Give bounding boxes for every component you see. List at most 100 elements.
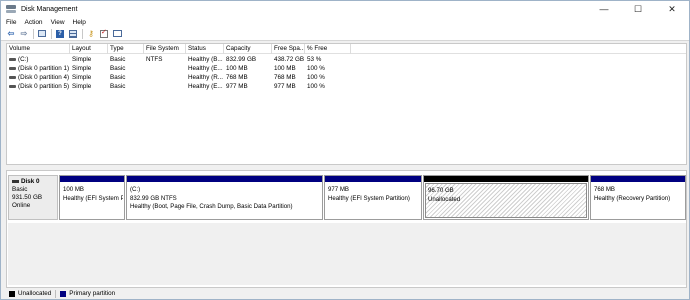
volume-icon bbox=[9, 75, 16, 79]
partition-status: Healthy (Recovery Partition) bbox=[594, 194, 671, 202]
disk-name: Disk 0 bbox=[12, 178, 54, 186]
volume-name: (Disk 0 partition 4) bbox=[18, 74, 70, 81]
volume-name: (Disk 0 partition 1) bbox=[18, 65, 70, 72]
partition-size: 768 MB bbox=[594, 186, 616, 193]
partition-size: 977 MB bbox=[328, 186, 350, 193]
legend-swatch bbox=[60, 290, 67, 297]
toolbar: ⇦ ⇨ ? ⚷ bbox=[1, 27, 689, 41]
legend: Unallocated Primary partition bbox=[6, 288, 687, 299]
partition-efi[interactable]: 100 MB Healthy (EFI System Pa bbox=[59, 175, 125, 220]
menu-file[interactable]: File bbox=[6, 19, 16, 26]
disk-label[interactable]: Disk 0 Basic 931.50 GB Online bbox=[8, 175, 58, 220]
volume-free-space: 768 MB bbox=[274, 74, 296, 81]
minimize-button[interactable]: — bbox=[587, 1, 621, 17]
partition-efi-977[interactable]: 977 MB Healthy (EFI System Partition) bbox=[324, 175, 422, 220]
volume-percent-free: 53 % bbox=[307, 56, 322, 63]
legend-label: Primary partition bbox=[69, 290, 116, 297]
disk-type: Basic bbox=[12, 186, 28, 193]
title-bar: Disk Management — ☐ ✕ bbox=[1, 1, 689, 17]
column-percent-free[interactable]: % Free bbox=[305, 44, 351, 54]
volume-type: Basic bbox=[110, 56, 126, 63]
partition-c-drive[interactable]: (C:) 832.99 GB NTFS Healthy (Boot, Page … bbox=[126, 175, 323, 220]
partition-size: 100 MB bbox=[63, 186, 85, 193]
volume-type: Basic bbox=[110, 65, 126, 72]
volume-capacity: 100 MB bbox=[226, 65, 248, 72]
legend-label: Unallocated bbox=[18, 290, 52, 297]
disk-status: Online bbox=[12, 202, 31, 209]
volume-file-system bbox=[144, 82, 186, 91]
volume-layout: Simple bbox=[72, 65, 92, 72]
volume-layout: Simple bbox=[72, 56, 92, 63]
volume-type: Basic bbox=[110, 83, 126, 90]
disk-size: 931.50 GB bbox=[12, 194, 43, 201]
column-layout[interactable]: Layout bbox=[70, 44, 108, 54]
volume-layout: Simple bbox=[72, 83, 92, 90]
key-icon[interactable]: ⚷ bbox=[86, 29, 96, 39]
volume-free-space: 100 MB bbox=[274, 65, 296, 72]
volume-percent-free: 100 % bbox=[307, 83, 325, 90]
volume-list-header: Volume Layout Type File System Status Ca… bbox=[7, 44, 686, 54]
menu-action[interactable]: Action bbox=[24, 19, 42, 26]
volume-capacity: 977 MB bbox=[226, 83, 248, 90]
legend-item-primary: Primary partition bbox=[60, 290, 115, 297]
help-icon[interactable]: ? bbox=[55, 29, 65, 39]
close-button[interactable]: ✕ bbox=[655, 1, 689, 17]
partition-recovery[interactable]: 768 MB Healthy (Recovery Partition) bbox=[590, 175, 686, 220]
partition-unallocated[interactable]: 96.70 GB Unallocated bbox=[423, 175, 589, 220]
maximize-button[interactable]: ☐ bbox=[621, 1, 655, 17]
column-type[interactable]: Type bbox=[108, 44, 144, 54]
volume-free-space: 438.72 GB bbox=[274, 56, 305, 63]
list-view-icon[interactable] bbox=[68, 29, 78, 39]
toolbar-separator bbox=[82, 28, 83, 39]
volume-icon bbox=[9, 57, 16, 61]
volume-row[interactable]: (Disk 0 partition 1) Simple Basic Health… bbox=[7, 64, 686, 73]
volume-status: Healthy (E... bbox=[188, 65, 223, 72]
toolbar-separator bbox=[33, 28, 34, 39]
show-hide-console-tree-icon[interactable] bbox=[37, 29, 47, 39]
volume-layout: Simple bbox=[72, 74, 92, 81]
volume-status: Healthy (R... bbox=[188, 74, 223, 81]
legend-separator bbox=[55, 289, 57, 298]
partition-status: Healthy (Boot, Page File, Crash Dump, Ba… bbox=[130, 203, 293, 210]
menu-view[interactable]: View bbox=[51, 19, 65, 26]
volume-percent-free: 100 % bbox=[307, 65, 325, 72]
volume-row[interactable]: (Disk 0 partition 5) Simple Basic Health… bbox=[7, 82, 686, 91]
column-volume[interactable]: Volume bbox=[7, 44, 70, 54]
legend-swatch bbox=[9, 290, 15, 297]
back-arrow-icon[interactable]: ⇦ bbox=[6, 29, 16, 39]
partition-status: Healthy (EFI System Partition) bbox=[328, 194, 410, 202]
forward-arrow-icon[interactable]: ⇨ bbox=[19, 29, 29, 39]
disk-graphical-pane: Disk 0 Basic 931.50 GB Online 100 MB Hea… bbox=[6, 170, 687, 288]
empty-disk-area bbox=[8, 223, 686, 285]
volume-status: Healthy (B... bbox=[188, 56, 223, 63]
partition-size: 96.70 GB bbox=[428, 187, 454, 194]
partition-size: 832.99 GB NTFS bbox=[130, 194, 177, 202]
partition-status: Unallocated bbox=[428, 195, 461, 203]
volume-name: (C:) bbox=[18, 56, 29, 63]
disk-row: Disk 0 Basic 931.50 GB Online 100 MB Hea… bbox=[8, 175, 686, 220]
volume-list-pane: Volume Layout Type File System Status Ca… bbox=[6, 43, 687, 165]
volume-capacity: 768 MB bbox=[226, 74, 248, 81]
checklist-icon[interactable] bbox=[99, 29, 109, 39]
column-file-system[interactable]: File System bbox=[144, 44, 186, 54]
column-capacity[interactable]: Capacity bbox=[224, 44, 272, 54]
column-status[interactable]: Status bbox=[186, 44, 224, 54]
volume-name: (Disk 0 partition 5) bbox=[18, 83, 70, 90]
menu-help[interactable]: Help bbox=[73, 19, 86, 26]
volume-row[interactable]: (C:) Simple Basic NTFS Healthy (B... 832… bbox=[7, 55, 686, 64]
volume-percent-free: 100 % bbox=[307, 74, 325, 81]
partition-volume: (C:) bbox=[130, 186, 141, 193]
volume-icon bbox=[9, 84, 16, 88]
volume-file-system bbox=[144, 73, 186, 82]
disk-management-icon bbox=[6, 4, 16, 14]
menu-bar: File Action View Help bbox=[1, 17, 689, 27]
volume-capacity: 832.99 GB bbox=[226, 56, 257, 63]
window-title: Disk Management bbox=[21, 5, 78, 13]
volume-icon bbox=[9, 66, 16, 70]
volume-status: Healthy (E... bbox=[188, 83, 223, 90]
volume-row[interactable]: (Disk 0 partition 4) Simple Basic Health… bbox=[7, 73, 686, 82]
properties-icon[interactable] bbox=[112, 29, 122, 39]
toolbar-separator bbox=[51, 28, 52, 39]
column-free-space[interactable]: Free Spa... bbox=[272, 44, 305, 54]
volume-free-space: 977 MB bbox=[274, 83, 296, 90]
